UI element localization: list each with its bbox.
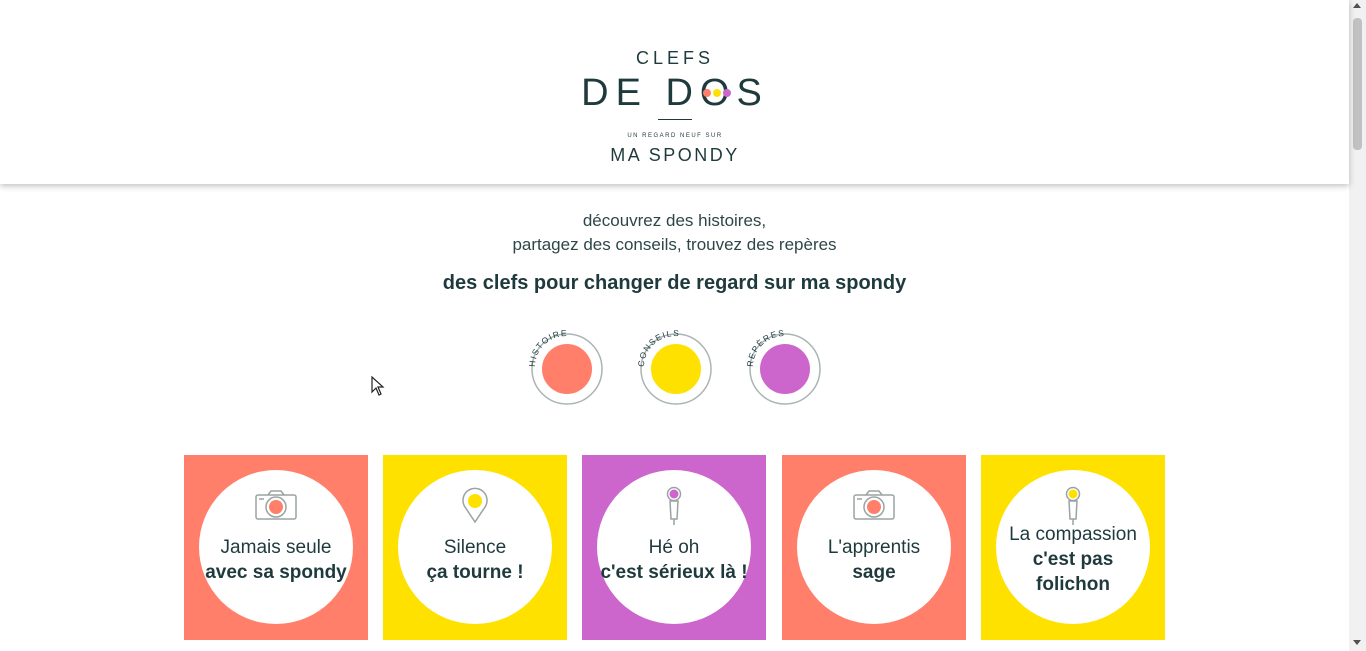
intro-text: découvrez des histoires, partagez des co… — [0, 209, 1349, 257]
intro-line-1: découvrez des histoires, — [582, 211, 767, 230]
category-histoires[interactable]: HISTOIRES — [525, 326, 607, 408]
category-circle-icon: REPÈRES — [745, 328, 821, 405]
vertical-scrollbar[interactable] — [1349, 0, 1366, 651]
location-pin-icon — [462, 487, 488, 524]
tagline-heading: des clefs pour changer de regard sur ma … — [442, 272, 907, 294]
card-title: L'apprentis sage — [797, 535, 951, 585]
story-card[interactable]: L'apprentis sage — [782, 455, 966, 640]
story-card[interactable]: Hé oh c'est sérieux là ! — [582, 455, 766, 640]
camera-icon — [255, 490, 297, 520]
story-card[interactable]: Jamais seule avec sa spondy — [184, 455, 368, 640]
card-title-bold: sage — [852, 562, 896, 583]
logo-line-clefs: CLEFS — [635, 48, 715, 68]
category-repres[interactable]: REPÈRES — [743, 326, 825, 408]
story-card[interactable]: Silence ça tourne ! — [383, 455, 567, 640]
category-conseils[interactable]: CONSEILS — [634, 326, 716, 408]
card-title: Hé oh c'est sérieux là ! — [597, 535, 751, 585]
story-card[interactable]: La compassion c'est pas folichon — [981, 455, 1165, 640]
logo-line-ma-spondy: MA SPONDY — [610, 145, 740, 165]
card-title-normal: L'apprentis — [827, 537, 921, 558]
card-title-normal: La compassion — [1009, 524, 1137, 545]
logo-divider — [658, 119, 692, 120]
logo-subtitle: UN REGARD NEUF SUR — [627, 133, 723, 139]
site-header: CLEFS DE DOS UN REGARD NEUF SUR MA SPOND… — [0, 0, 1349, 184]
logo-line-de-dos: DE DOS — [581, 72, 769, 114]
card-title: La compassion c'est pas folichon — [996, 522, 1150, 597]
camera-icon — [853, 490, 895, 520]
card-title-bold: c'est pas folichon — [1032, 549, 1114, 595]
card-title-normal: Jamais seule — [220, 537, 332, 558]
card-title-bold: c'est sérieux là ! — [600, 562, 748, 583]
card-title-bold: ça tourne ! — [426, 562, 524, 583]
card-title-bold: avec sa spondy — [205, 562, 347, 583]
card-title-normal: Hé oh — [648, 537, 700, 558]
scroll-down-arrow-icon[interactable] — [1353, 640, 1361, 645]
mouse-cursor-icon — [371, 376, 385, 396]
category-circle-icon: CONSEILS — [636, 328, 712, 405]
logo-dots-icon — [703, 89, 731, 97]
card-title-normal: Silence — [443, 537, 507, 558]
scrollbar-thumb[interactable] — [1353, 18, 1362, 150]
category-circle-icon: HISTOIRES — [525, 326, 603, 405]
card-title: Silence ça tourne ! — [398, 535, 552, 585]
clefs-de-dos-logo[interactable]: CLEFS DE DOS UN REGARD NEUF SUR MA SPOND… — [580, 44, 770, 169]
scroll-up-arrow-icon[interactable] — [1353, 3, 1361, 8]
intro-line-2: partagez des conseils, trouvez des repèr… — [512, 235, 837, 254]
microphone-icon — [666, 486, 682, 525]
card-title: Jamais seule avec sa spondy — [199, 535, 353, 585]
